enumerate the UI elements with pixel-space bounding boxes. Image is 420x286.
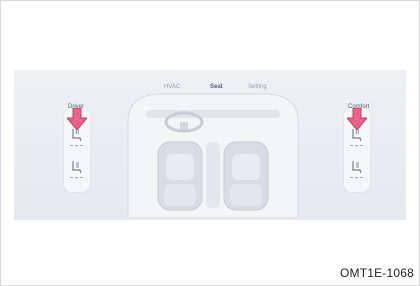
heat-level-indicator	[70, 145, 83, 146]
car-cabin-illustration	[127, 93, 299, 218]
seat-ventilation-icon[interactable]	[348, 158, 366, 176]
pointer-arrow-icon	[347, 108, 367, 130]
vent-level-indicator	[70, 177, 83, 178]
infotainment-screen: HVAC Seat Setting Driver Comfort	[14, 70, 406, 220]
driver-seat	[157, 141, 203, 211]
tab-seat[interactable]: Seat	[210, 84, 223, 90]
passenger-seat	[223, 141, 269, 211]
heat-level-indicator	[350, 145, 363, 146]
figure-code: OMT1E-1068	[339, 266, 414, 280]
pointer-arrow-icon	[67, 108, 87, 130]
seat-ventilation-icon[interactable]	[68, 158, 86, 176]
tab-setting[interactable]: Setting	[248, 84, 267, 90]
tab-hvac[interactable]: HVAC	[164, 84, 180, 90]
vent-level-indicator	[350, 177, 363, 178]
